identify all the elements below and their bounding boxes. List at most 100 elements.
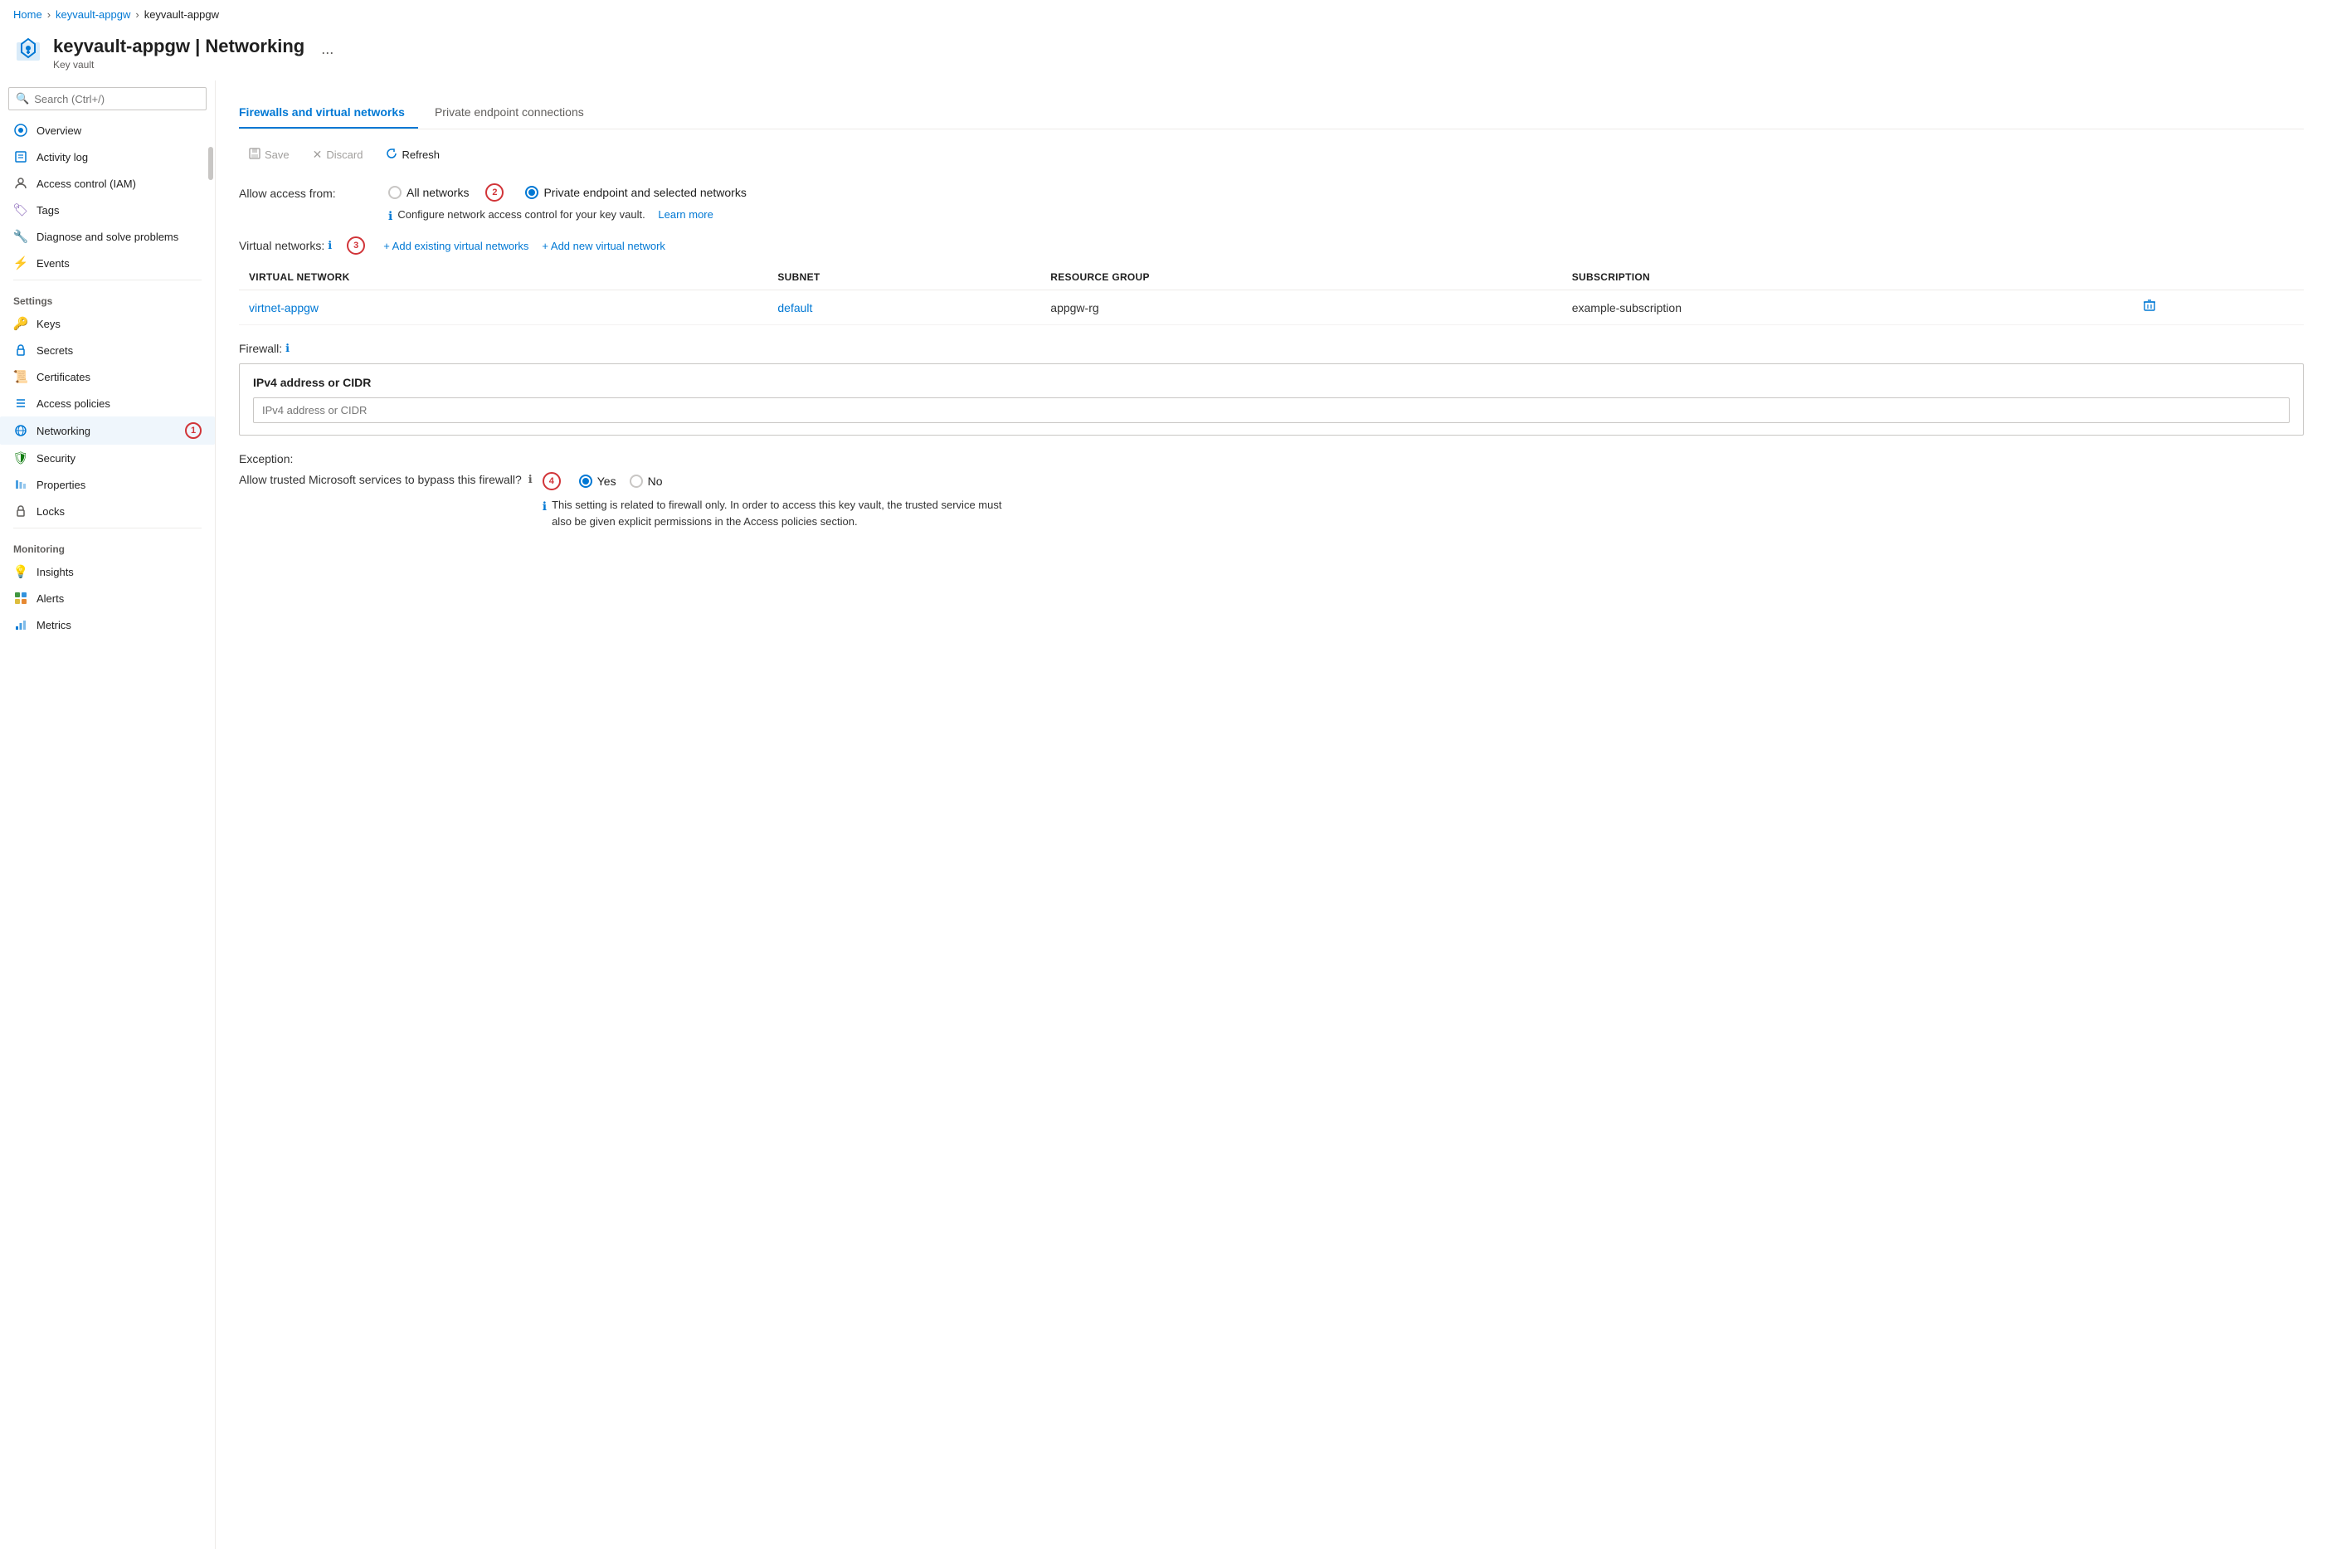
sidebar-item-access-policies[interactable]: Access policies: [0, 390, 215, 416]
subscription-cell: example-subscription: [1562, 290, 2130, 325]
ipv4-section: IPv4 address or CIDR: [239, 363, 2304, 436]
search-icon: 🔍: [16, 92, 29, 105]
all-networks-radio[interactable]: [388, 186, 402, 199]
content-area: Firewalls and virtual networks Private e…: [216, 80, 2327, 1549]
private-endpoint-label: Private endpoint and selected networks: [543, 186, 746, 199]
page-header: keyvault-appgw | Networking Key vault ..…: [0, 29, 2327, 80]
sidebar-item-activity-log[interactable]: Activity log: [0, 144, 215, 170]
save-label: Save: [265, 149, 290, 161]
tab-private-endpoints[interactable]: Private endpoint connections: [435, 97, 597, 129]
yes-radio[interactable]: [579, 475, 592, 488]
sidebar-item-alerts[interactable]: Alerts: [0, 585, 215, 611]
sidebar-item-label-tags: Tags: [37, 204, 59, 217]
sidebar-item-tags[interactable]: 🏷 Tags: [0, 197, 215, 223]
sidebar-item-label-certificates: Certificates: [37, 371, 90, 383]
sidebar-item-overview[interactable]: Overview: [0, 117, 215, 144]
discard-label: Discard: [326, 149, 363, 161]
exception-info-box: ℹ This setting is related to firewall on…: [543, 497, 1007, 529]
keyvault-icon: [13, 36, 43, 66]
alerts-icon: [13, 591, 28, 606]
exception-help-icon: ℹ: [528, 472, 533, 487]
sidebar: 🔍 Overview Activity log Access control (…: [0, 80, 216, 1549]
ipv4-title: IPv4 address or CIDR: [253, 376, 2290, 389]
tags-icon: 🏷: [13, 202, 28, 217]
networking-badge: 1: [185, 422, 202, 439]
vnet-name-cell[interactable]: virtnet-appgw: [239, 290, 767, 325]
iam-icon: [13, 176, 28, 191]
breadcrumb-resource2: keyvault-appgw: [144, 8, 219, 21]
private-endpoint-radio[interactable]: [525, 186, 538, 199]
sidebar-item-access-control[interactable]: Access control (IAM): [0, 170, 215, 197]
sidebar-item-label-locks: Locks: [37, 505, 65, 518]
add-existing-vnet-button[interactable]: + Add existing virtual networks: [383, 240, 528, 252]
tab-firewalls[interactable]: Firewalls and virtual networks: [239, 97, 418, 129]
save-button[interactable]: Save: [239, 143, 299, 167]
sidebar-item-properties[interactable]: Properties: [0, 471, 215, 498]
overview-icon: [13, 123, 28, 138]
tabs-container: Firewalls and virtual networks Private e…: [239, 97, 2304, 129]
sidebar-item-label-networking: Networking: [37, 425, 90, 437]
yes-option[interactable]: Yes: [579, 475, 616, 488]
refresh-label: Refresh: [402, 149, 440, 161]
networking-icon: [13, 423, 28, 438]
sidebar-item-secrets[interactable]: Secrets: [0, 337, 215, 363]
page-subtitle: Key vault: [53, 59, 304, 71]
ellipsis-menu-button[interactable]: ...: [321, 41, 333, 58]
no-option[interactable]: No: [630, 475, 663, 488]
refresh-button[interactable]: Refresh: [376, 143, 450, 167]
sidebar-item-insights[interactable]: 💡 Insights: [0, 558, 215, 585]
certificates-icon: 📜: [13, 369, 28, 384]
learn-more-link[interactable]: Learn more: [658, 208, 713, 221]
refresh-icon: [386, 148, 397, 162]
no-radio[interactable]: [630, 475, 643, 488]
sidebar-item-label-metrics: Metrics: [37, 619, 71, 631]
info-icon-access: ℹ: [388, 209, 392, 223]
col-virtual-network: VIRTUAL NETWORK: [239, 265, 767, 290]
breadcrumb-home[interactable]: Home: [13, 8, 42, 21]
breadcrumb: Home › keyvault-appgw › keyvault-appgw: [0, 0, 2327, 29]
private-endpoint-option[interactable]: Private endpoint and selected networks: [525, 186, 746, 199]
step2-badge: 2: [485, 183, 504, 202]
vnet-table: VIRTUAL NETWORK SUBNET RESOURCE GROUP SU…: [239, 265, 2304, 325]
discard-button[interactable]: ✕ Discard: [303, 143, 373, 167]
sidebar-item-diagnose[interactable]: 🔧 Diagnose and solve problems: [0, 223, 215, 250]
access-info-text: Configure network access control for you…: [397, 208, 645, 221]
secrets-icon: [13, 343, 28, 358]
step3-badge: 3: [347, 236, 365, 255]
properties-icon: [13, 477, 28, 492]
all-networks-label: All networks: [406, 186, 469, 199]
sidebar-item-certificates[interactable]: 📜 Certificates: [0, 363, 215, 390]
sidebar-item-events[interactable]: ⚡ Events: [0, 250, 215, 276]
yes-label: Yes: [597, 475, 616, 488]
keys-icon: 🔑: [13, 316, 28, 331]
search-input[interactable]: [34, 93, 199, 105]
events-icon: ⚡: [13, 256, 28, 270]
sidebar-item-label-access-policies: Access policies: [37, 397, 110, 410]
vnet-header-row: Virtual networks: ℹ 3 + Add existing vir…: [239, 236, 2304, 255]
exception-label: Exception:: [239, 452, 2304, 465]
sidebar-item-networking[interactable]: Networking 1: [0, 416, 215, 445]
sidebar-item-label-security: Security: [37, 452, 75, 465]
metrics-icon: [13, 617, 28, 632]
sidebar-item-label-insights: Insights: [37, 566, 74, 578]
col-subnet: SUBNET: [767, 265, 1040, 290]
ipv4-input[interactable]: [253, 397, 2290, 423]
sidebar-item-keys[interactable]: 🔑 Keys: [0, 310, 215, 337]
add-new-vnet-button[interactable]: + Add new virtual network: [542, 240, 665, 252]
activity-log-icon: [13, 149, 28, 164]
sidebar-item-metrics[interactable]: Metrics: [0, 611, 215, 638]
all-networks-option[interactable]: All networks: [388, 186, 469, 199]
sidebar-item-label-activity-log: Activity log: [37, 151, 88, 163]
search-box[interactable]: 🔍: [8, 87, 207, 110]
sidebar-item-security[interactable]: 🛡 Security: [0, 445, 215, 471]
delete-row-button[interactable]: [2140, 299, 2159, 316]
delete-cell: [2130, 290, 2304, 325]
subnet-cell[interactable]: default: [767, 290, 1040, 325]
monitoring-section-label: Monitoring: [0, 532, 215, 558]
allow-access-label: Allow access from:: [239, 183, 372, 200]
sidebar-item-label-properties: Properties: [37, 479, 85, 491]
firewall-label: Firewall: ℹ: [239, 342, 2304, 355]
diagnose-icon: 🔧: [13, 229, 28, 244]
sidebar-item-locks[interactable]: Locks: [0, 498, 215, 524]
breadcrumb-resource1[interactable]: keyvault-appgw: [56, 8, 130, 21]
